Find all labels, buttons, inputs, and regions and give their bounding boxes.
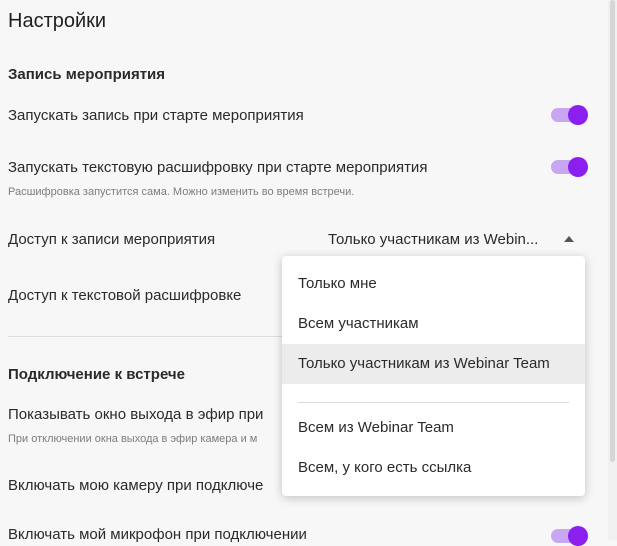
page-title: Настройки bbox=[8, 10, 107, 32]
dropdown-divider bbox=[298, 402, 569, 403]
chevron-up-icon bbox=[564, 236, 574, 242]
auto-record-label: Запускать запись при старте мероприятия bbox=[8, 107, 304, 124]
auto-transcript-toggle[interactable] bbox=[551, 157, 588, 177]
auto-transcript-label: Запускать текстовую расшифровку при стар… bbox=[8, 159, 428, 176]
show-window-hint: При отключении окна выхода в эфир камера… bbox=[8, 433, 258, 445]
recording-access-label: Доступ к записи мероприятия bbox=[8, 231, 216, 248]
access-dropdown-menu: Только мне Всем участникам Только участн… bbox=[282, 256, 585, 496]
microphone-label: Включать мой микрофон при подключении bbox=[8, 526, 307, 543]
transcript-access-label: Доступ к текстовой расшифровке bbox=[8, 287, 242, 304]
dropdown-option-whole-team[interactable]: Всем из Webinar Team bbox=[282, 408, 585, 448]
option-label: Только участникам из Webinar Team bbox=[298, 355, 550, 372]
toggle-knob bbox=[568, 526, 588, 546]
dropdown-option-only-me[interactable]: Только мне bbox=[282, 264, 585, 304]
scrollbar[interactable] bbox=[608, 0, 617, 540]
option-label: Всем участникам bbox=[298, 315, 419, 332]
scrollbar-thumb[interactable] bbox=[610, 0, 615, 462]
section-recording-title: Запись мероприятия bbox=[8, 66, 166, 83]
option-label: Всем из Webinar Team bbox=[298, 419, 454, 436]
recording-access-select[interactable]: Только участникам из Webin... bbox=[328, 229, 582, 251]
section-connection-title: Подключение к встрече bbox=[8, 366, 185, 383]
option-label: Только мне bbox=[298, 275, 377, 292]
dropdown-option-anyone-with-link[interactable]: Всем, у кого есть ссылка bbox=[282, 448, 585, 488]
show-window-label: Показывать окно выхода в эфир при bbox=[8, 406, 264, 423]
recording-access-value: Только участникам из Webin... bbox=[328, 231, 539, 248]
toggle-knob bbox=[568, 105, 588, 125]
camera-label: Включать мою камеру при подключе bbox=[8, 477, 264, 494]
dropdown-option-team-participants[interactable]: Только участникам из Webinar Team bbox=[282, 344, 585, 384]
auto-transcript-hint: Расшифровка запустится сама. Можно измен… bbox=[8, 186, 355, 198]
toggle-knob bbox=[568, 157, 588, 177]
dropdown-option-all-participants[interactable]: Всем участникам bbox=[282, 304, 585, 344]
microphone-toggle[interactable] bbox=[551, 526, 588, 546]
auto-record-toggle[interactable] bbox=[551, 105, 588, 125]
option-label: Всем, у кого есть ссылка bbox=[298, 459, 472, 476]
